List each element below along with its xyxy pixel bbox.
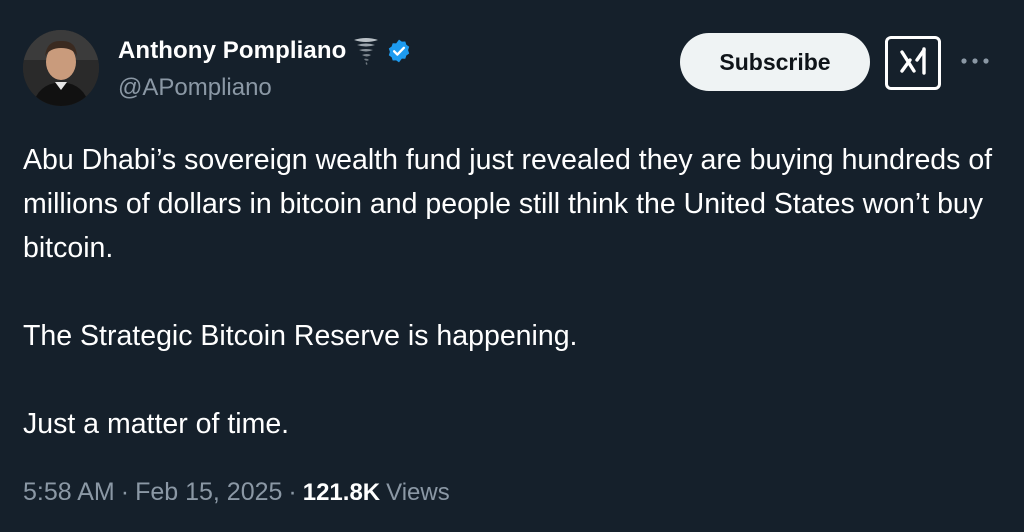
tornado-icon [352,36,380,66]
verified-badge-icon[interactable] [386,38,412,64]
author-name-row: Anthony Pompliano [118,34,412,68]
tweet-metadata: 5:58 AM · Feb 15, 2025 · 121.8K Views [23,478,450,507]
views-count[interactable]: 121.8K [303,479,380,507]
tweet-paragraph: Abu Dhabi’s sovereign wealth fund just r… [23,144,993,264]
views-label: Views [386,479,450,506]
author-handle[interactable]: @APompliano [118,74,272,102]
tweet-paragraph: Just a matter of time. [23,408,290,440]
more-options-button[interactable] [958,46,992,76]
tweet-time[interactable]: 5:58 AM [23,478,115,507]
tweet-card: Anthony Pompliano @APompliano Subscribe [0,0,1024,532]
tweet-paragraph: The Strategic Bitcoin Reserve is happeni… [23,320,578,352]
subscribe-button[interactable]: Subscribe [680,33,870,91]
meta-separator: · [120,478,130,506]
author-display-name[interactable]: Anthony Pompliano [118,37,346,65]
tweet-text: Abu Dhabi’s sovereign wealth fund just r… [23,138,1003,446]
more-options-icon [960,52,990,70]
grok-icon [896,44,930,83]
meta-separator: · [288,478,297,506]
avatar[interactable] [23,30,99,106]
tweet-date[interactable]: Feb 15, 2025 [135,478,282,507]
grok-button[interactable] [885,36,941,90]
